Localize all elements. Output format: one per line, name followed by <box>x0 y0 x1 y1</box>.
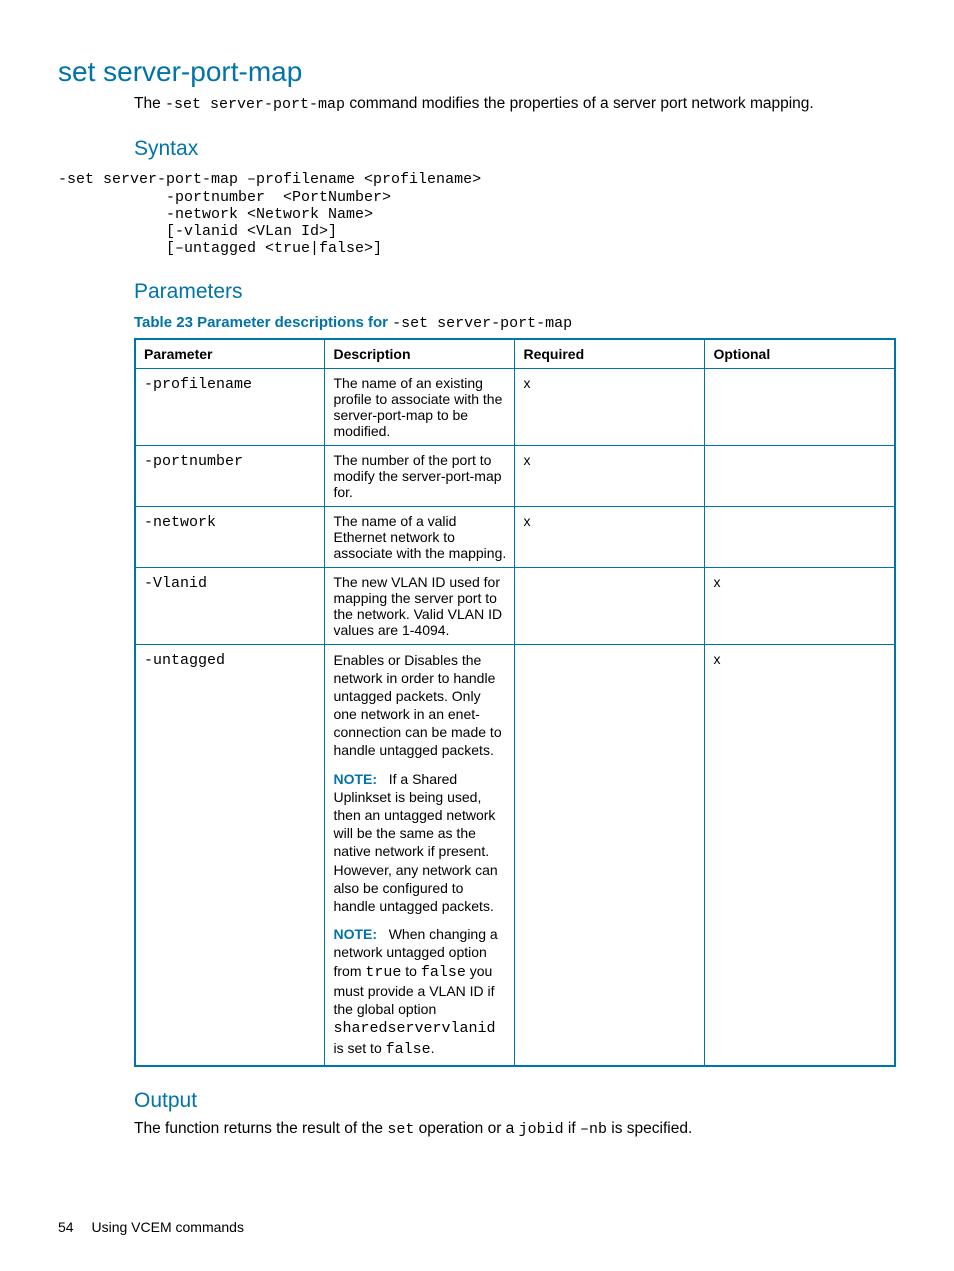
table-row: -profilename The name of an existing pro… <box>135 368 895 445</box>
note2-post3: . <box>431 1040 435 1056</box>
param-required <box>515 644 705 1066</box>
output-code1: set <box>387 1121 414 1138</box>
output-paragraph: The function returns the result of the s… <box>134 1119 896 1140</box>
table-row: -Vlanid The new VLAN ID used for mapping… <box>135 567 895 644</box>
param-optional: x <box>705 644 895 1066</box>
param-name: -network <box>144 514 216 531</box>
th-required: Required <box>515 339 705 369</box>
output-code2: jobid <box>519 1121 564 1138</box>
page-footer: 54 Using VCEM commands <box>58 1219 244 1235</box>
param-desc: The new VLAN ID used for mapping the ser… <box>325 567 515 644</box>
note2-code2: false <box>421 964 466 981</box>
untagged-note1: NOTE: If a Shared Uplinkset is being use… <box>333 770 506 916</box>
note2-mid: to <box>401 963 420 979</box>
note-label: NOTE: <box>333 771 377 787</box>
output-heading: Output <box>134 1089 896 1113</box>
intro-paragraph: The -set server-port-map command modifie… <box>134 94 896 115</box>
page-number: 54 <box>58 1219 74 1235</box>
page-container: set server-port-map The -set server-port… <box>0 0 954 1271</box>
output-text-pre: The function returns the result of the <box>134 1120 387 1137</box>
footer-text: Using VCEM commands <box>91 1219 244 1235</box>
table-row: -untagged Enables or Disables the networ… <box>135 644 895 1066</box>
param-optional <box>705 368 895 445</box>
th-parameter: Parameter <box>135 339 325 369</box>
page-title: set server-port-map <box>58 56 896 88</box>
param-required: x <box>515 445 705 506</box>
param-desc: The name of a valid Ethernet network to … <box>325 506 515 567</box>
output-text-mid2: if <box>564 1120 580 1137</box>
output-text-post: is specified. <box>607 1120 692 1137</box>
param-optional: x <box>705 567 895 644</box>
param-desc-complex: Enables or Disables the network in order… <box>325 644 515 1066</box>
untagged-desc1: Enables or Disables the network in order… <box>333 651 506 760</box>
param-required <box>515 567 705 644</box>
param-optional <box>705 445 895 506</box>
param-desc: The number of the port to modify the ser… <box>325 445 515 506</box>
parameters-block: Parameters Table 23 Parameter descriptio… <box>134 280 896 1141</box>
intro-text-pre: The <box>134 95 165 112</box>
note2-code1: true <box>365 964 401 981</box>
syntax-codeblock: -set server-port-map –profilename <profi… <box>58 171 896 257</box>
param-required: x <box>515 368 705 445</box>
param-required: x <box>515 506 705 567</box>
param-name: -profilename <box>144 376 252 393</box>
intro-block: The -set server-port-map command modifie… <box>134 94 896 161</box>
table-row: -network The name of a valid Ethernet ne… <box>135 506 895 567</box>
note-label: NOTE: <box>333 926 377 942</box>
th-description: Description <box>325 339 515 369</box>
table-caption: Table 23 Parameter descriptions for -set… <box>134 314 896 332</box>
param-desc: The name of an existing profile to assoc… <box>325 368 515 445</box>
syntax-heading: Syntax <box>134 137 896 161</box>
param-name: -Vlanid <box>144 575 207 592</box>
note1-text: If a Shared Uplinkset is being used, the… <box>333 771 497 914</box>
untagged-note2: NOTE: When changing a network untagged o… <box>333 925 506 1059</box>
output-code3: –nb <box>580 1121 607 1138</box>
note2-code3: sharedservervlanid <box>333 1020 495 1037</box>
intro-text-post: command modifies the properties of a ser… <box>345 95 814 112</box>
intro-code: -set server-port-map <box>165 96 345 113</box>
parameters-table: Parameter Description Required Optional … <box>134 338 896 1068</box>
th-optional: Optional <box>705 339 895 369</box>
table-row: -portnumber The number of the port to mo… <box>135 445 895 506</box>
parameters-heading: Parameters <box>134 280 896 304</box>
note2-code4: false <box>386 1041 431 1058</box>
param-name: -untagged <box>144 652 225 669</box>
param-name: -portnumber <box>144 453 243 470</box>
table-caption-code: -set server-port-map <box>392 315 572 332</box>
table-header-row: Parameter Description Required Optional <box>135 339 895 369</box>
output-text-mid1: operation or a <box>414 1120 518 1137</box>
note2-post2: is set to <box>333 1040 385 1056</box>
param-optional <box>705 506 895 567</box>
table-caption-label: Table 23 Parameter descriptions for <box>134 314 388 331</box>
